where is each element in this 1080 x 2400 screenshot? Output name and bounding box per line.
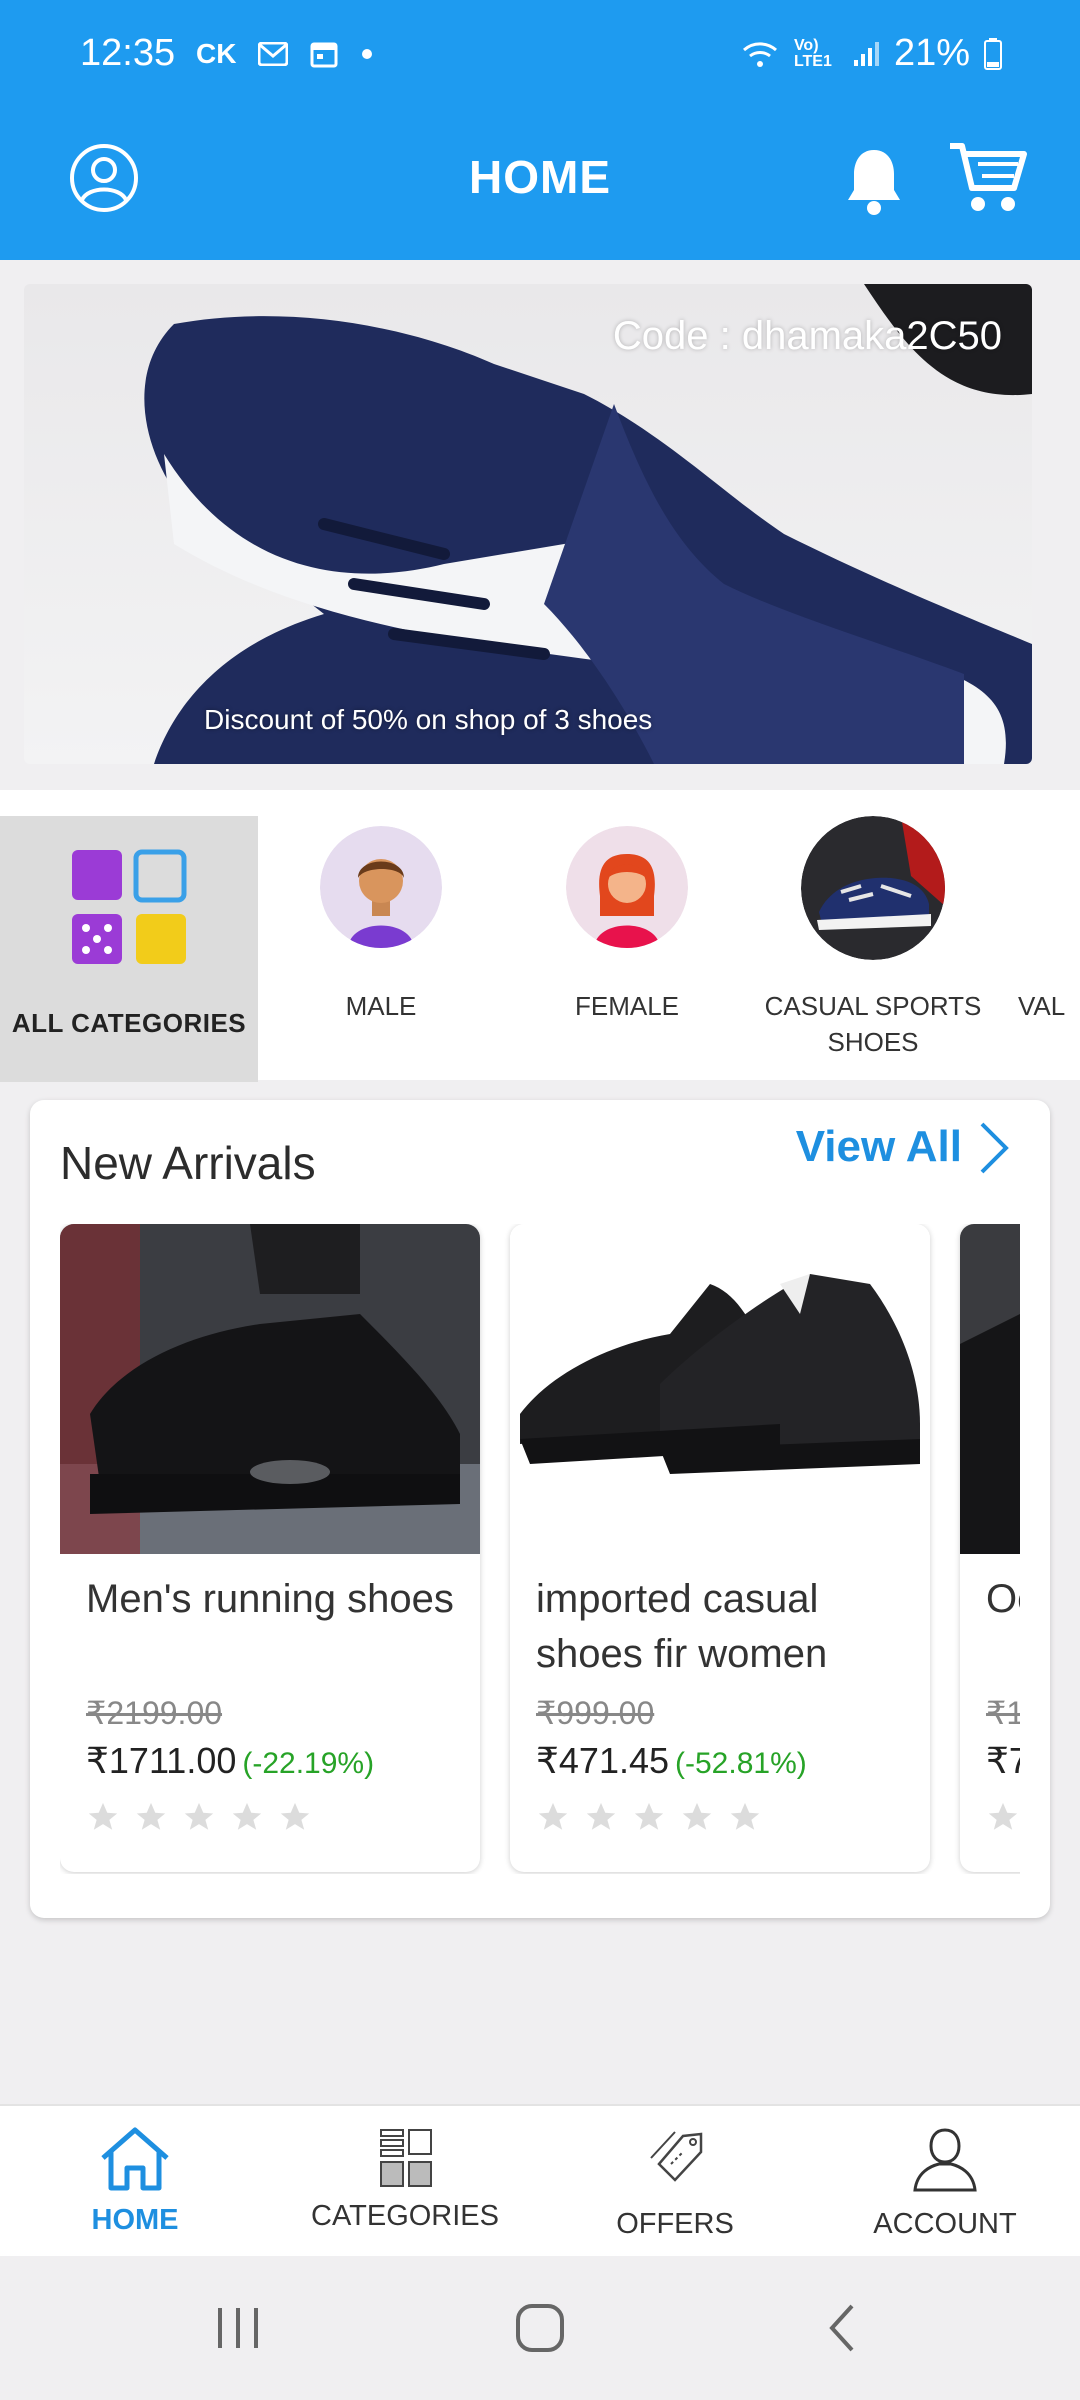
home-icon <box>101 2127 169 2191</box>
star-icon <box>88 1802 118 1830</box>
product-image <box>510 1224 930 1554</box>
category-label: MALE <box>345 991 417 1021</box>
rating-stars <box>536 1800 762 1834</box>
nav-home[interactable]: HOME <box>0 2106 270 2258</box>
product-name: Men's running shoes <box>86 1577 454 1621</box>
category-partial[interactable]: VAL <box>996 790 1080 1080</box>
home-button-icon[interactable] <box>510 2300 570 2356</box>
product-card[interactable]: Oe... out... ₹11... ₹73... <box>960 1224 1020 1872</box>
star-icon <box>538 1802 568 1830</box>
dot-icon <box>362 49 373 59</box>
rating-stars <box>986 1800 1020 1834</box>
category-all[interactable]: ALL CATEGORIES <box>0 816 258 1082</box>
male-avatar <box>320 826 442 948</box>
product-original-price: ₹2199.00 <box>86 1695 223 1731</box>
recent-apps-icon[interactable] <box>208 2300 268 2356</box>
new-arrivals-section: New Arrivals View All Men's running shoe… <box>30 1100 1050 1918</box>
view-all-link[interactable]: View All <box>796 1122 962 1172</box>
product-name: imported casual shoes fir women <box>536 1577 828 1676</box>
product-price: ₹73... <box>986 1740 1020 1781</box>
category-label: FEMALE <box>574 991 680 1021</box>
star-icon <box>682 1802 712 1830</box>
category-casual-sports-shoes[interactable]: CASUAL SPORTS SHOES <box>750 790 996 1080</box>
signal-icon <box>853 41 879 66</box>
nav-label: OFFERS <box>616 2208 734 2240</box>
status-bar: 12:35 CK Vo) LTE1 21% <box>0 0 1080 110</box>
status-time: 12:35 <box>80 32 176 74</box>
nav-account[interactable]: ACCOUNT <box>810 2106 1080 2258</box>
status-right-icons: Vo) LTE1 21% <box>740 32 1002 75</box>
categories-icon <box>380 2129 432 2187</box>
nav-categories[interactable]: CATEGORIES <box>270 2106 540 2258</box>
promo-caption: Discount of 50% on shop of 3 shoes <box>204 704 653 735</box>
battery-percent: 21% <box>893 32 970 74</box>
category-male[interactable]: MALE <box>258 790 504 1080</box>
promo-code-text: Code : dhamaka2C50 <box>612 314 1002 358</box>
product-card[interactable]: Men's running shoes ₹2199.00 ₹1711.00 (-2… <box>60 1224 480 1872</box>
nav-label: HOME <box>91 2204 179 2236</box>
product-original-price: ₹11... <box>986 1695 1020 1731</box>
product-carousel: Men's running shoes ₹2199.00 ₹1711.00 (-2… <box>60 1224 1020 1874</box>
category-female[interactable]: FEMALE <box>504 790 750 1080</box>
wifi-icon <box>742 41 777 67</box>
section-heading: New Arrivals <box>60 1137 316 1189</box>
bottom-navigation: HOME CATEGORIES OFFERS ACCOUNT <box>0 2104 1080 2256</box>
gmail-icon <box>258 42 289 66</box>
female-avatar <box>566 826 688 948</box>
page-title: HOME <box>469 151 611 203</box>
cart-icon[interactable] <box>948 140 1028 216</box>
back-icon[interactable] <box>814 2300 874 2356</box>
product-image <box>960 1224 1020 1554</box>
rating-stars <box>86 1800 312 1834</box>
battery-icon <box>984 37 1002 70</box>
status-notification-icons: CK <box>196 38 374 70</box>
product-price-row: ₹471.45 (-52.81%) <box>536 1740 807 1782</box>
offers-tag-icon <box>650 2131 703 2182</box>
product-price: ₹1711.00 <box>86 1740 237 1781</box>
carrier-label: CK <box>196 38 237 69</box>
product-name: Oe... out... <box>986 1577 1020 1621</box>
calendar-icon <box>310 42 338 68</box>
category-label: CASUAL SPORTS SHOES <box>764 991 982 1057</box>
notification-bell-icon[interactable] <box>844 146 904 218</box>
star-icon <box>988 1802 1018 1830</box>
product-discount: (-22.19%) <box>242 1747 375 1780</box>
shoe-thumbnail <box>801 816 945 960</box>
product-card[interactable]: imported casual shoes fir women ₹999.00 … <box>510 1224 930 1872</box>
star-icon <box>730 1802 760 1830</box>
star-icon <box>586 1802 616 1830</box>
product-price: ₹471.45 <box>536 1740 670 1781</box>
star-icon <box>634 1802 664 1830</box>
nav-label: CATEGORIES <box>311 2200 499 2232</box>
product-image <box>60 1224 480 1554</box>
category-label: VAL <box>1018 991 1066 1021</box>
category-strip: ALL CATEGORIES MALE FEMALE CASUAL SPORTS… <box>0 790 1080 1082</box>
product-discount: (-52.81%) <box>675 1747 807 1780</box>
product-original-price: ₹999.00 <box>536 1695 655 1731</box>
product-price-row: ₹1711.00 (-22.19%) <box>86 1740 374 1782</box>
app-bar: HOME <box>0 110 1080 260</box>
star-icon <box>136 1802 166 1830</box>
star-icon <box>232 1802 262 1830</box>
nav-label: ACCOUNT <box>873 2208 1017 2240</box>
account-icon <box>913 2128 977 2192</box>
chevron-right-icon[interactable] <box>974 1118 1014 1178</box>
category-label: ALL CATEGORIES <box>11 1008 247 1038</box>
star-icon <box>184 1802 214 1830</box>
star-icon <box>280 1802 310 1830</box>
network-label: Vo) LTE1 <box>793 36 832 70</box>
nav-offers[interactable]: OFFERS <box>540 2106 810 2258</box>
all-categories-grid-icon <box>72 849 187 964</box>
system-navigation-bar <box>0 2256 1080 2400</box>
promo-banner[interactable]: Code : dhamaka2C50 Discount of 50% on sh… <box>24 284 1032 764</box>
